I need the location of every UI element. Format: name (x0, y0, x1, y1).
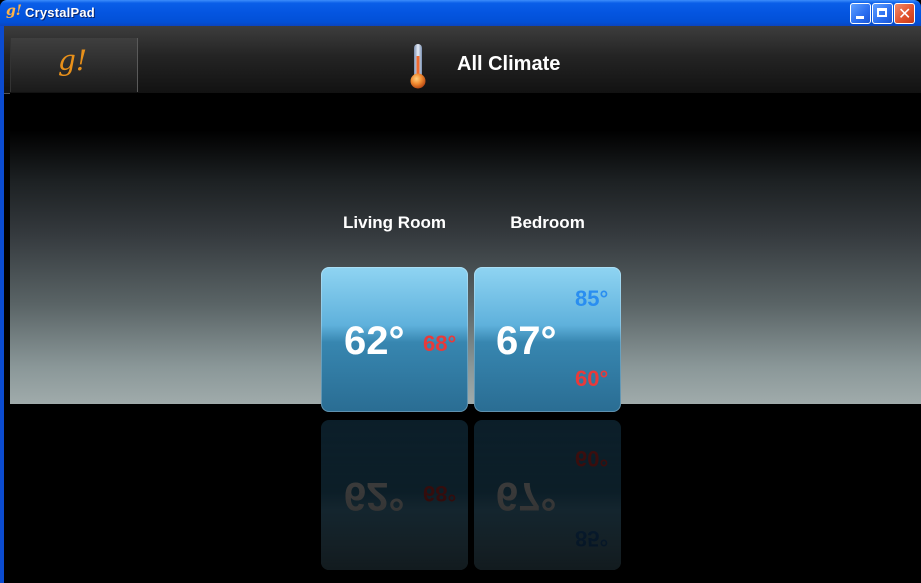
close-icon: ✕ (898, 4, 912, 23)
heat-setpoint: 68° (423, 331, 457, 356)
window-title: CrystalPad (25, 5, 95, 20)
crystalpad-window: g! CrystalPad ✕ g! All Climate Living Ro… (0, 0, 921, 583)
minimize-button[interactable] (850, 3, 871, 24)
reflection-fade (321, 420, 468, 570)
window-frame-left (0, 26, 4, 583)
title-bar[interactable]: g! CrystalPad ✕ (0, 0, 921, 26)
app-logo-icon: g! (6, 3, 22, 19)
minimize-icon (856, 16, 864, 19)
zone-label-bedroom: Bedroom (510, 213, 585, 232)
page-title: All Climate (457, 53, 561, 75)
zone-label-living-room: Living Room (343, 213, 446, 232)
close-button[interactable]: ✕ (894, 3, 915, 24)
cool-setpoint: 85° (575, 286, 609, 311)
current-temperature: 62° (344, 319, 405, 363)
thermometer-icon (410, 44, 426, 89)
thermostat-tile-bedroom[interactable]: 85° 67° 60° (474, 267, 621, 412)
heat-setpoint: 60° (575, 366, 609, 391)
thermostat-tile-living-room[interactable]: 62° 68° (321, 267, 468, 412)
reflection-fade (474, 420, 621, 570)
maximize-button[interactable] (872, 3, 893, 24)
maximize-icon (877, 8, 887, 17)
brand-logo: g! (58, 44, 88, 77)
current-temperature: 67° (496, 319, 557, 363)
